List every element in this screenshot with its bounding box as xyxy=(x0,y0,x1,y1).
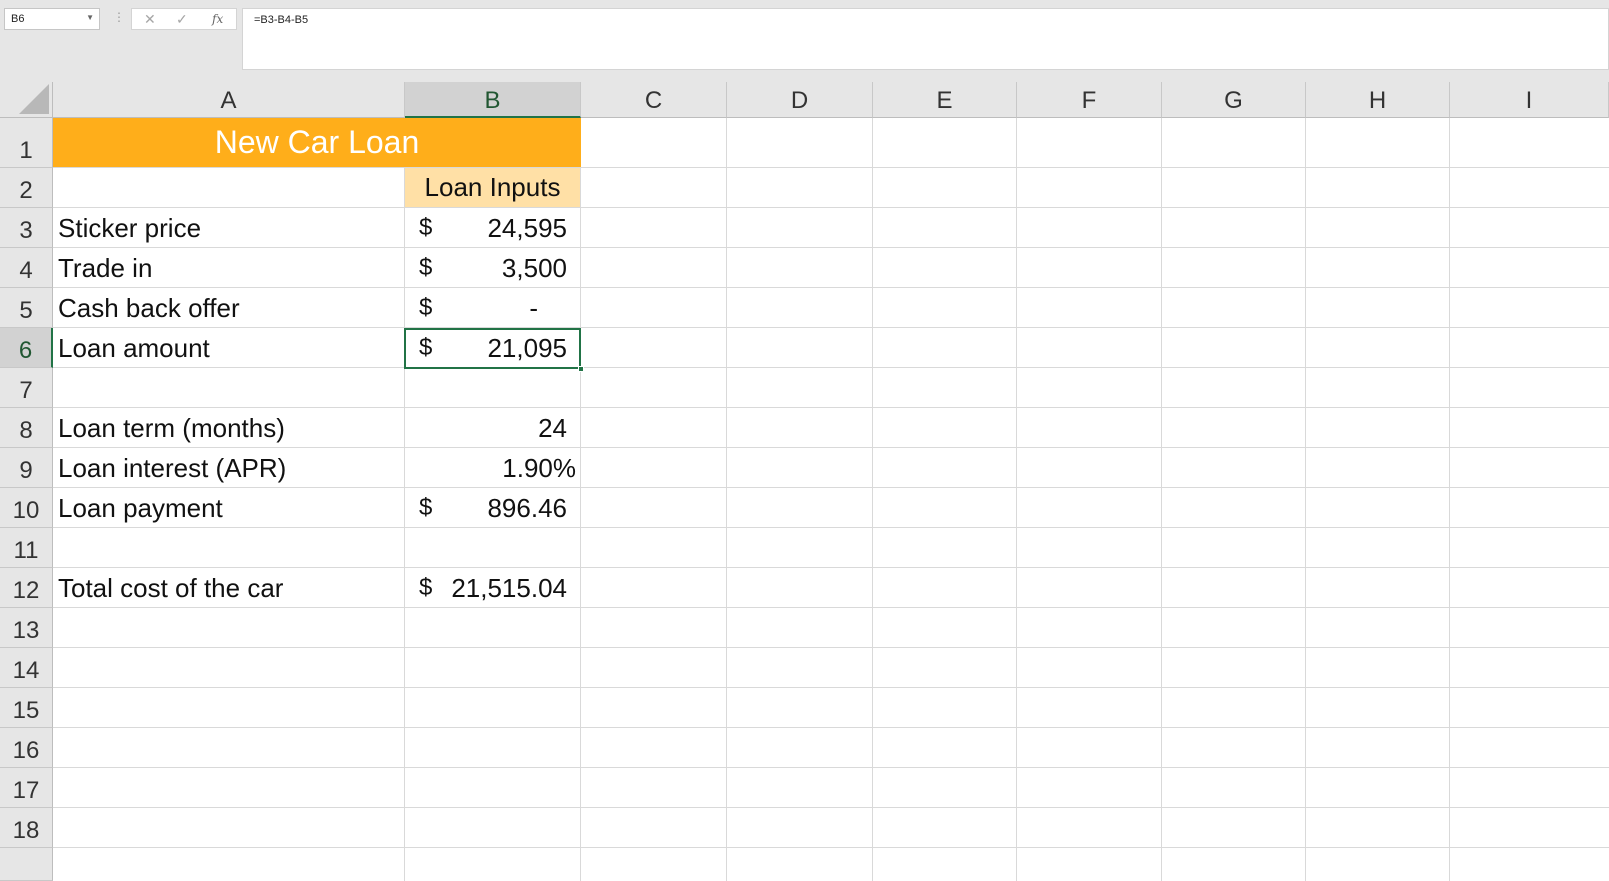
cell-b6[interactable]: $ 21,095 xyxy=(405,328,580,368)
select-all-button[interactable] xyxy=(0,82,53,118)
row-header-12[interactable]: 12 xyxy=(0,568,53,608)
select-all-triangle-icon xyxy=(19,84,49,114)
gridline xyxy=(53,807,1609,808)
name-box-value: B6 xyxy=(11,13,25,25)
row-header-2[interactable]: 2 xyxy=(0,168,53,208)
column-header-i[interactable]: I xyxy=(1450,82,1609,118)
gridline xyxy=(53,727,1609,728)
column-header-h[interactable]: H xyxy=(1306,82,1450,118)
column-header-d[interactable]: D xyxy=(727,82,873,118)
row-header-19[interactable] xyxy=(0,848,53,881)
currency-symbol: $ xyxy=(419,254,433,281)
cell-value: 21,515.04 xyxy=(451,572,567,603)
row-header-5[interactable]: 5 xyxy=(0,288,53,328)
cell-a12[interactable]: Total cost of the car xyxy=(53,568,404,608)
cell-value: 21,095 xyxy=(487,332,567,363)
row-header-8[interactable]: 8 xyxy=(0,408,53,448)
cell-value: 3,500 xyxy=(501,252,567,283)
row-header-6[interactable]: 6 xyxy=(0,328,53,368)
cell-b9[interactable]: 1.90% xyxy=(405,448,580,488)
column-header-b[interactable]: B xyxy=(405,82,581,118)
fill-handle[interactable] xyxy=(578,366,584,372)
cell-a4[interactable]: Trade in xyxy=(53,248,404,288)
row-header-17[interactable]: 17 xyxy=(0,768,53,808)
cell-a5[interactable]: Cash back offer xyxy=(53,288,404,328)
gridline xyxy=(53,767,1609,768)
row-header-14[interactable]: 14 xyxy=(0,648,53,688)
formula-input[interactable]: =B3-B4-B5 xyxy=(242,8,1609,70)
column-header-a[interactable]: A xyxy=(53,82,405,118)
formula-buttons: ✕ ✓ fx xyxy=(131,8,237,30)
row-header-16[interactable]: 16 xyxy=(0,728,53,768)
cancel-icon[interactable]: ✕ xyxy=(144,11,156,28)
column-header-f[interactable]: F xyxy=(1017,82,1162,118)
cell-value: 1.90% xyxy=(502,452,576,483)
row-header-13[interactable]: 13 xyxy=(0,608,53,648)
formula-bar-area: B6 ▼ ⋮ ✕ ✓ fx =B3-B4-B5 xyxy=(0,0,1609,82)
row-header-1[interactable]: 1 xyxy=(0,118,53,168)
currency-symbol: $ xyxy=(419,294,433,321)
cell-a8[interactable]: Loan term (months) xyxy=(53,408,404,448)
row-header-11[interactable]: 11 xyxy=(0,528,53,568)
gridline xyxy=(53,847,1609,848)
cell-b12[interactable]: $ 21,515.04 xyxy=(405,568,580,608)
cell-value: 24 xyxy=(538,412,567,443)
cell-value: 896.46 xyxy=(487,492,567,523)
currency-symbol: $ xyxy=(419,494,433,521)
cell-b4[interactable]: $ 3,500 xyxy=(405,248,580,288)
row-header-15[interactable]: 15 xyxy=(0,688,53,728)
cell-b5[interactable]: $ - xyxy=(405,288,580,328)
row-header-18[interactable]: 18 xyxy=(0,808,53,848)
row-header-7[interactable]: 7 xyxy=(0,368,53,408)
cell-a6[interactable]: Loan amount xyxy=(53,328,404,368)
cell-a10[interactable]: Loan payment xyxy=(53,488,404,528)
cell-b2-header[interactable]: Loan Inputs xyxy=(405,168,580,207)
cell-a9[interactable]: Loan interest (APR) xyxy=(53,448,404,488)
cell-a2[interactable] xyxy=(53,168,404,207)
cell-a3[interactable]: Sticker price xyxy=(53,208,404,248)
row-header-3[interactable]: 3 xyxy=(0,208,53,248)
cell-value: - xyxy=(529,292,538,323)
cell-value: 24,595 xyxy=(487,212,567,243)
enter-icon[interactable]: ✓ xyxy=(176,11,188,28)
column-header-g[interactable]: G xyxy=(1162,82,1306,118)
column-header-e[interactable]: E xyxy=(873,82,1017,118)
chevron-down-icon[interactable]: ▼ xyxy=(86,13,94,22)
row-header-4[interactable]: 4 xyxy=(0,248,53,288)
row-header-10[interactable]: 10 xyxy=(0,488,53,528)
cell-a1-title[interactable]: New Car Loan xyxy=(53,118,581,167)
gridline xyxy=(53,687,1609,688)
cell-b8[interactable]: 24 xyxy=(405,408,580,448)
row-header-9[interactable]: 9 xyxy=(0,448,53,488)
gridline xyxy=(53,647,1609,648)
name-box[interactable]: B6 ▼ xyxy=(4,8,100,30)
currency-symbol: $ xyxy=(419,334,433,361)
insert-function-icon[interactable]: fx xyxy=(212,12,223,26)
cell-b10[interactable]: $ 896.46 xyxy=(405,488,580,528)
column-header-c[interactable]: C xyxy=(581,82,727,118)
currency-symbol: $ xyxy=(419,214,433,241)
more-options-icon[interactable]: ⋮ xyxy=(113,10,125,24)
cell-b3[interactable]: $ 24,595 xyxy=(405,208,580,248)
currency-symbol: $ xyxy=(419,574,433,601)
